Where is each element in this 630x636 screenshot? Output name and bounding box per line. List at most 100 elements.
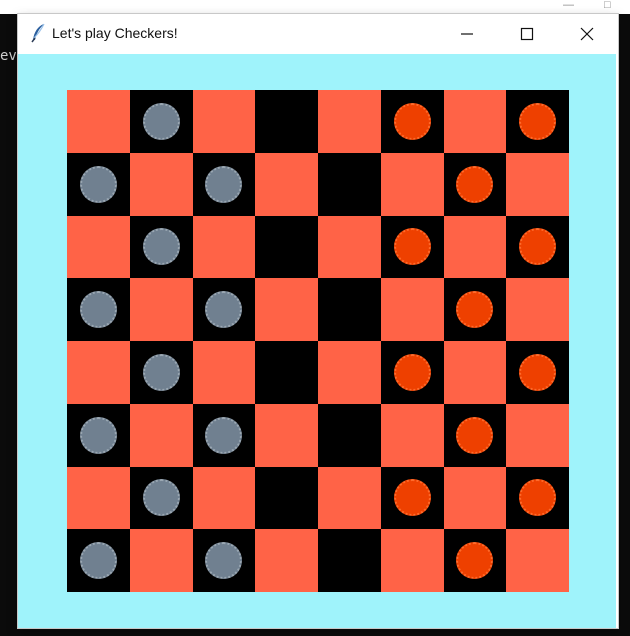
gray-checker-piece[interactable] [205,165,243,203]
checkers-board[interactable] [67,90,569,592]
gray-checker-piece[interactable] [79,542,117,580]
light-square[interactable] [192,466,256,530]
red-checker-piece[interactable] [393,102,431,140]
red-checker-piece[interactable] [519,353,557,391]
dark-square[interactable] [443,403,507,467]
light-square[interactable] [67,341,130,404]
red-checker-piece[interactable] [519,228,557,266]
close-button[interactable] [558,14,616,54]
dark-square[interactable] [318,403,381,467]
gray-checker-piece[interactable] [142,479,180,517]
dark-square[interactable] [192,278,256,341]
dark-square[interactable] [506,466,569,530]
red-checker-piece[interactable] [393,228,431,266]
light-square[interactable] [318,341,381,404]
light-square[interactable] [318,466,381,530]
dark-square[interactable] [443,278,507,341]
light-square[interactable] [506,529,569,592]
light-square[interactable] [129,152,193,216]
light-square[interactable] [67,215,130,279]
light-square[interactable] [255,529,318,592]
light-square[interactable] [380,278,444,341]
gray-checker-piece[interactable] [79,291,117,329]
red-checker-piece[interactable] [393,353,431,391]
dark-square[interactable] [380,90,444,153]
light-square[interactable] [192,215,256,279]
light-square[interactable] [67,90,130,153]
minimize-icon [461,33,473,35]
light-square[interactable] [380,403,444,467]
gray-checker-piece[interactable] [79,165,117,203]
dark-square[interactable] [255,466,318,530]
light-square[interactable] [192,341,256,404]
gray-checker-piece[interactable] [205,542,243,580]
light-square[interactable] [318,90,381,153]
light-square[interactable] [506,278,569,341]
gray-checker-piece[interactable] [205,416,243,454]
light-square[interactable] [443,466,507,530]
dark-square[interactable] [318,152,381,216]
dark-square[interactable] [380,215,444,279]
light-square[interactable] [443,341,507,404]
dark-square[interactable] [255,215,318,279]
dark-square[interactable] [506,90,569,153]
dark-square[interactable] [255,341,318,404]
light-square[interactable] [255,403,318,467]
light-square[interactable] [506,403,569,467]
dark-square[interactable] [443,152,507,216]
dark-square[interactable] [318,529,381,592]
light-square[interactable] [129,403,193,467]
gray-checker-piece[interactable] [205,291,243,329]
window-title: Let's play Checkers! [52,25,178,41]
light-square[interactable] [129,278,193,341]
gray-checker-piece[interactable] [142,102,180,140]
dark-square[interactable] [192,152,256,216]
dark-square[interactable] [67,278,130,341]
dark-square[interactable] [129,341,193,404]
light-square[interactable] [506,152,569,216]
light-square[interactable] [443,90,507,153]
checkers-window: Let's play Checkers! [18,14,618,628]
light-square[interactable] [67,466,130,530]
minimize-button[interactable] [438,14,496,54]
red-checker-piece[interactable] [456,165,494,203]
dark-square[interactable] [380,341,444,404]
red-checker-piece[interactable] [456,542,494,580]
title-bar[interactable]: Let's play Checkers! [18,14,618,54]
dark-square[interactable] [129,90,193,153]
maximize-icon [520,27,534,41]
dark-square[interactable] [318,278,381,341]
dark-square[interactable] [129,215,193,279]
light-square[interactable] [443,215,507,279]
red-checker-piece[interactable] [519,102,557,140]
background-maximize-glyph: □ [604,0,611,11]
red-checker-piece[interactable] [456,291,494,329]
background-window-strip: — □ [0,0,630,14]
light-square[interactable] [129,529,193,592]
dark-square[interactable] [255,90,318,153]
light-square[interactable] [380,529,444,592]
dark-square[interactable] [67,403,130,467]
maximize-button[interactable] [498,14,556,54]
light-square[interactable] [192,90,256,153]
dark-square[interactable] [67,152,130,216]
gray-checker-piece[interactable] [79,416,117,454]
red-checker-piece[interactable] [456,416,494,454]
gray-checker-piece[interactable] [142,228,180,266]
dark-square[interactable] [192,403,256,467]
dark-square[interactable] [380,466,444,530]
red-checker-piece[interactable] [393,479,431,517]
light-square[interactable] [255,278,318,341]
light-square[interactable] [318,215,381,279]
red-checker-piece[interactable] [519,479,557,517]
light-square[interactable] [255,152,318,216]
dark-square[interactable] [192,529,256,592]
dark-square[interactable] [443,529,507,592]
dark-square[interactable] [67,529,130,592]
dark-square[interactable] [129,466,193,530]
game-canvas[interactable] [18,54,616,628]
gray-checker-piece[interactable] [142,353,180,391]
dark-square[interactable] [506,215,569,279]
dark-square[interactable] [506,341,569,404]
light-square[interactable] [380,152,444,216]
